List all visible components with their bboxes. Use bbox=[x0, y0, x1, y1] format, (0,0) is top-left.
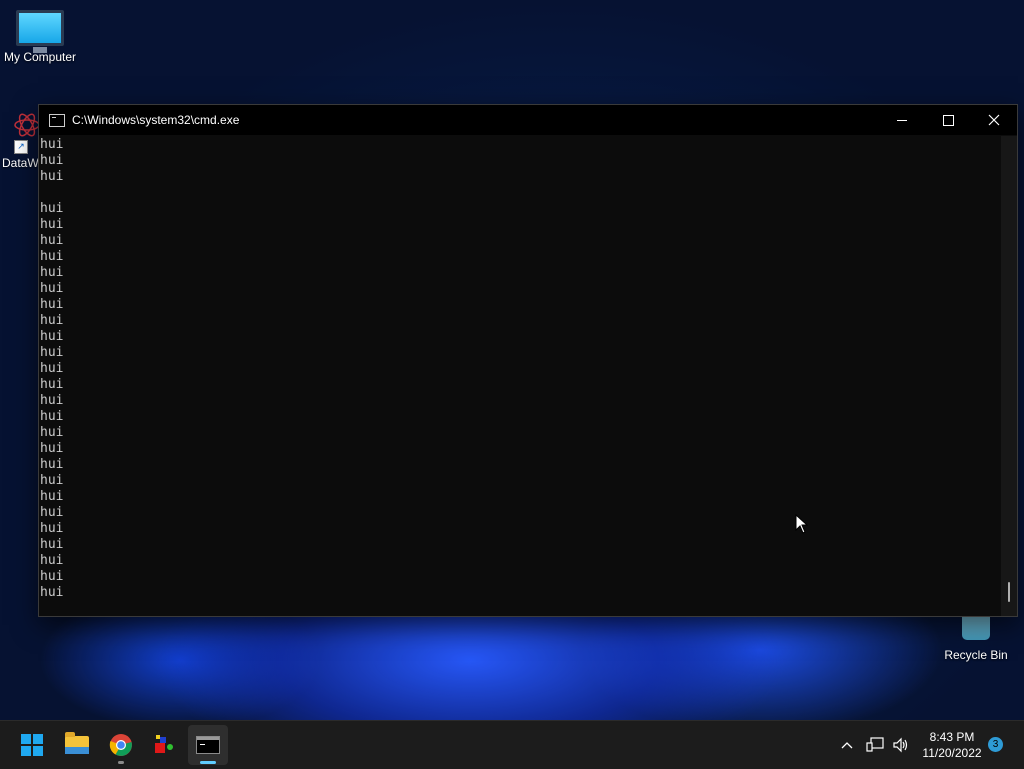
console-line: hui bbox=[40, 505, 64, 520]
console-line: hui bbox=[40, 441, 64, 456]
notification-badge[interactable]: 3 bbox=[988, 737, 1003, 752]
console-line: hui bbox=[40, 473, 64, 488]
maximize-button[interactable] bbox=[925, 105, 971, 135]
close-button[interactable] bbox=[971, 105, 1017, 135]
console-line: hui bbox=[40, 249, 64, 264]
console-line: hui bbox=[40, 329, 64, 344]
console-line: hui bbox=[40, 201, 64, 216]
console-line: hui bbox=[40, 153, 64, 168]
console-line: hui bbox=[40, 489, 64, 504]
console-line: hui bbox=[40, 217, 64, 232]
scrollbar-thumb[interactable] bbox=[1008, 582, 1010, 602]
running-indicator bbox=[200, 761, 216, 764]
window-titlebar[interactable]: C:\Windows\system32\cmd.exe bbox=[39, 105, 1017, 135]
console-line: hui bbox=[40, 345, 64, 360]
desktop-icon-my-computer[interactable]: My Computer bbox=[2, 10, 78, 64]
folder-icon bbox=[65, 732, 89, 754]
system-clock[interactable]: 8:43 PM 11/20/2022 bbox=[914, 729, 990, 761]
shortcut-arrow-icon: ↗ bbox=[14, 140, 28, 154]
window-title: C:\Windows\system32\cmd.exe bbox=[72, 113, 240, 127]
console-line: hui bbox=[40, 281, 64, 296]
cmd-window[interactable]: C:\Windows\system32\cmd.exe hui hui hui hui… bbox=[38, 104, 1018, 617]
minimize-icon bbox=[897, 119, 907, 121]
maximize-icon bbox=[942, 114, 954, 126]
chrome-icon bbox=[109, 734, 132, 756]
taskbar-chrome[interactable] bbox=[101, 725, 141, 765]
datawave-icon bbox=[12, 108, 40, 142]
console-line: hui bbox=[40, 425, 64, 440]
console-line: hui bbox=[40, 393, 64, 408]
console-line: hui bbox=[40, 585, 64, 600]
windows-start-icon bbox=[21, 734, 43, 756]
console-line: hui bbox=[40, 409, 64, 424]
start-button[interactable] bbox=[12, 725, 52, 765]
console-line: hui bbox=[40, 569, 64, 584]
taskbar-game-app[interactable] bbox=[145, 725, 185, 765]
chevron-up-icon[interactable] bbox=[836, 734, 858, 756]
console-line: hui bbox=[40, 297, 64, 312]
console-line: hui bbox=[40, 233, 64, 248]
minimize-button[interactable] bbox=[879, 105, 925, 135]
mouse-cursor-icon bbox=[795, 514, 809, 534]
console-line: hui bbox=[40, 361, 64, 376]
computer-icon bbox=[16, 10, 64, 53]
taskbar: 8:43 PM 11/20/2022 3 bbox=[0, 720, 1024, 769]
desktop-icon-datawave[interactable]: DataW bbox=[0, 108, 40, 170]
network-icon[interactable] bbox=[864, 734, 886, 756]
desktop-icon-label: DataW bbox=[2, 156, 39, 170]
cmd-icon bbox=[196, 736, 220, 754]
open-indicator bbox=[118, 761, 124, 764]
close-icon bbox=[988, 114, 1000, 126]
console-line: hui bbox=[40, 137, 64, 152]
console-line: hui bbox=[40, 553, 64, 568]
console-output[interactable]: hui hui hui hui hui hui hui hui hui hui hui hui hui h… bbox=[39, 136, 1001, 616]
taskbar-file-explorer[interactable] bbox=[57, 725, 97, 765]
vertical-scrollbar[interactable] bbox=[1001, 136, 1017, 616]
game-app-icon bbox=[155, 735, 173, 753]
desktop-icon-recycle-bin[interactable]: Recycle Bin bbox=[938, 612, 1014, 662]
console-line: hui bbox=[40, 377, 64, 392]
console-line: hui bbox=[40, 537, 64, 552]
console-line: hui bbox=[40, 265, 64, 280]
cmd-icon bbox=[49, 113, 65, 127]
clock-date: 11/20/2022 bbox=[922, 746, 982, 760]
console-line: hui bbox=[40, 457, 64, 472]
desktop-icon-label: Recycle Bin bbox=[944, 648, 1008, 662]
volume-icon[interactable] bbox=[890, 734, 912, 756]
taskbar-command-prompt[interactable] bbox=[188, 725, 228, 765]
console-line: hui bbox=[40, 313, 64, 328]
console-line: hui bbox=[40, 521, 64, 536]
clock-time: 8:43 PM bbox=[929, 730, 975, 744]
console-line: hui bbox=[40, 169, 64, 184]
